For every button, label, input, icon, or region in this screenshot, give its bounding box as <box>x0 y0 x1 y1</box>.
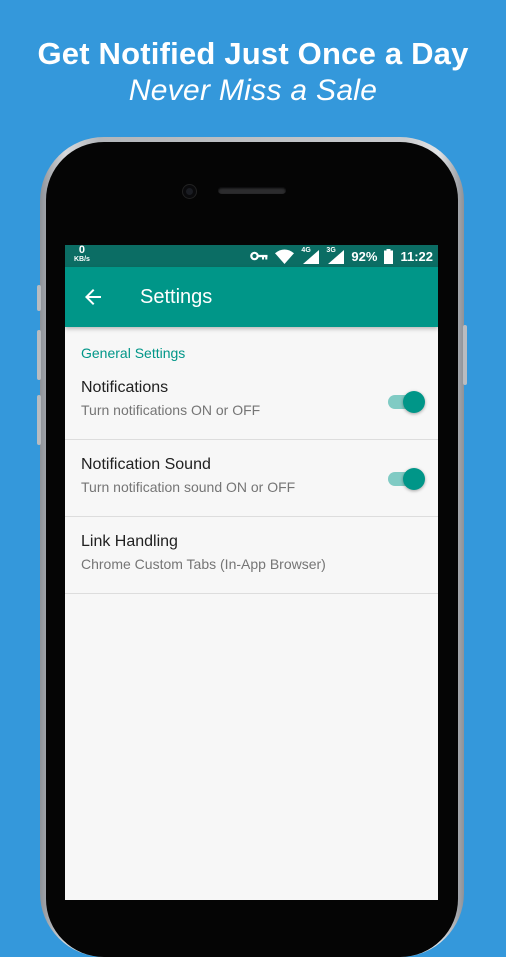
phone-power-button <box>463 325 467 385</box>
battery-percentage: 92% <box>351 248 378 264</box>
cell-signal-icon <box>328 250 345 264</box>
status-time: 11:22 <box>400 248 433 264</box>
section-header-general: General Settings <box>81 345 186 361</box>
battery-icon <box>384 248 394 264</box>
network-4g: 4G <box>301 247 320 264</box>
notifications-switch[interactable] <box>387 391 425 413</box>
pref-notifications[interactable]: Notifications Turn notifications ON or O… <box>65 362 438 440</box>
pref-summary: Turn notifications ON or OFF <box>81 402 261 418</box>
switch-thumb <box>403 391 425 413</box>
phone-mute-switch <box>37 285 41 311</box>
pref-title: Notifications <box>81 379 169 396</box>
notification-sound-switch[interactable] <box>387 468 425 490</box>
switch-thumb <box>403 468 425 490</box>
pref-summary: Chrome Custom Tabs (In-App Browser) <box>81 556 326 572</box>
pref-title: Notification Sound <box>81 456 211 473</box>
vpn-key-icon <box>250 251 268 261</box>
page-title: Settings <box>140 286 213 308</box>
promo-tagline: Never Miss a Sale <box>128 74 378 107</box>
earpiece-speaker <box>218 187 286 194</box>
wifi-icon <box>275 249 295 264</box>
phone-volume-up-button <box>37 330 41 380</box>
network-speed: 0 KB/s <box>74 245 90 264</box>
cell-signal-icon <box>303 250 320 264</box>
status-bar: 0 KB/s 4G 3G 92% 11:22 <box>65 245 438 267</box>
arrow-back-icon[interactable] <box>81 285 105 309</box>
pref-notification-sound[interactable]: Notification Sound Turn notification sou… <box>65 439 438 517</box>
pref-summary: Turn notification sound ON or OFF <box>81 479 296 495</box>
pref-link-handling[interactable]: Link Handling Chrome Custom Tabs (In-App… <box>65 516 438 594</box>
promo-headline: Get Notified Just Once a Day <box>37 36 469 71</box>
pref-title: Link Handling <box>81 533 178 550</box>
app-bar: Settings <box>65 267 438 327</box>
network-speed-value: 0 <box>78 245 86 256</box>
network-speed-unit: KB/s <box>74 256 90 263</box>
phone-volume-down-button <box>37 395 41 445</box>
phone-screen: 0 KB/s 4G 3G 92% 11:22 Settings General … <box>65 245 438 900</box>
status-icons: 4G 3G 92% 11:22 <box>250 245 433 267</box>
network-3g: 3G <box>326 247 345 264</box>
front-camera <box>183 185 196 198</box>
